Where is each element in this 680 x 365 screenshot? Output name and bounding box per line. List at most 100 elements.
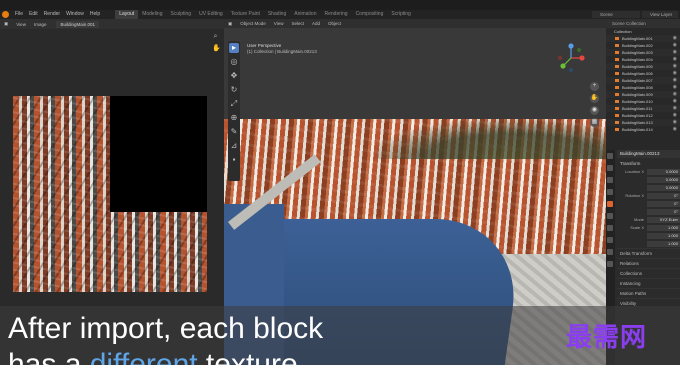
tab-shading[interactable]: Shading bbox=[264, 10, 290, 19]
output-tab-icon[interactable] bbox=[607, 177, 613, 183]
image-editor-type-icon[interactable]: ▣ bbox=[0, 21, 12, 27]
tab-compositing[interactable]: Compositing bbox=[352, 10, 388, 19]
eye-icon[interactable]: ◉ bbox=[673, 57, 677, 62]
tab-sculpting[interactable]: Sculpting bbox=[167, 10, 196, 19]
location-x-field[interactable]: 0.0000 bbox=[647, 168, 680, 175]
eye-icon[interactable]: ◉ bbox=[673, 43, 677, 48]
outliner-item[interactable]: BuildingMain.004 ◉ bbox=[606, 56, 680, 63]
annotate-tool-icon[interactable]: ✎ bbox=[229, 127, 239, 137]
outliner-item[interactable]: BuildingMain.014 ◉ bbox=[606, 126, 680, 133]
image-editor-image-menu[interactable]: Image bbox=[30, 22, 51, 27]
object-tab-icon[interactable] bbox=[607, 201, 613, 207]
tab-scripting[interactable]: Scripting bbox=[387, 10, 414, 19]
collections-section[interactable]: Collections bbox=[617, 268, 680, 278]
pan-view-icon[interactable]: ✋ bbox=[590, 94, 599, 103]
data-tab-icon[interactable] bbox=[607, 249, 613, 255]
outliner-collection[interactable]: Collection bbox=[606, 28, 680, 35]
rotation-y-field[interactable]: 0° bbox=[647, 200, 680, 207]
outliner-item[interactable]: BuildingMain.012 ◉ bbox=[606, 112, 680, 119]
rotation-z-field[interactable]: 0° bbox=[647, 208, 680, 215]
outliner-item[interactable]: BuildingMain.011 ◉ bbox=[606, 105, 680, 112]
transform-tool-icon[interactable]: ⊕ bbox=[229, 113, 239, 123]
transform-section-header[interactable]: Transform bbox=[617, 160, 680, 168]
outliner-item[interactable]: BuildingMain.001 ◉ bbox=[606, 35, 680, 42]
camera-view-icon[interactable]: ◉ bbox=[590, 106, 599, 115]
outliner-item[interactable]: BuildingMain.013 ◉ bbox=[606, 119, 680, 126]
scale-y-field[interactable]: 1.000 bbox=[647, 232, 680, 239]
eye-icon[interactable]: ◉ bbox=[673, 127, 677, 132]
cursor-tool-icon[interactable]: ◎ bbox=[229, 57, 239, 67]
viewport-select-menu[interactable]: Select bbox=[287, 21, 308, 26]
viewport-object-menu[interactable]: Object bbox=[324, 21, 345, 26]
scale-z-field[interactable]: 1.000 bbox=[647, 240, 680, 247]
outliner-item[interactable]: BuildingMain.002 ◉ bbox=[606, 42, 680, 49]
modifier-tab-icon[interactable] bbox=[607, 213, 613, 219]
image-name-field[interactable]: BuildingMain.001 bbox=[56, 20, 99, 28]
menu-file[interactable]: File bbox=[12, 10, 26, 19]
rotation-mode-dropdown[interactable]: XYZ Euler bbox=[647, 216, 680, 223]
tab-texture-paint[interactable]: Texture Paint bbox=[227, 10, 264, 19]
select-box-tool-icon[interactable]: ▸ bbox=[229, 43, 239, 53]
motion-paths-section[interactable]: Motion Paths bbox=[617, 288, 680, 298]
viewport-view-menu[interactable]: View bbox=[270, 21, 288, 26]
instancing-section[interactable]: Instancing bbox=[617, 278, 680, 288]
tab-uv-editing[interactable]: UV Editing bbox=[195, 10, 227, 19]
move-tool-icon[interactable]: ✥ bbox=[229, 71, 239, 81]
outliner-item[interactable]: BuildingMain.010 ◉ bbox=[606, 98, 680, 105]
eye-icon[interactable]: ◉ bbox=[673, 92, 677, 97]
pan-hand-icon[interactable]: ✋ bbox=[212, 45, 221, 52]
scene-selector[interactable]: Scene bbox=[592, 11, 640, 18]
outliner-item[interactable]: BuildingMain.007 ◉ bbox=[606, 77, 680, 84]
scale-tool-icon[interactable]: ⤢ bbox=[229, 99, 239, 109]
render-tab-icon[interactable] bbox=[607, 165, 613, 171]
outliner-item[interactable]: BuildingMain.003 ◉ bbox=[606, 49, 680, 56]
scale-x-field[interactable]: 1.000 bbox=[647, 224, 680, 231]
tab-rendering[interactable]: Rendering bbox=[320, 10, 351, 19]
viewport-type-icon[interactable]: ▣ bbox=[224, 21, 236, 27]
constraint-tab-icon[interactable] bbox=[607, 237, 613, 243]
image-editor-view-menu[interactable]: View bbox=[12, 22, 30, 27]
tab-animation[interactable]: Animation bbox=[290, 10, 320, 19]
eye-icon[interactable]: ◉ bbox=[673, 85, 677, 90]
physics-tab-icon[interactable] bbox=[607, 225, 613, 231]
eye-icon[interactable]: ◉ bbox=[673, 64, 677, 69]
add-cube-tool-icon[interactable]: ▪ bbox=[229, 155, 239, 165]
tab-modeling[interactable]: Modeling bbox=[138, 10, 166, 19]
object-mode-dropdown[interactable]: Object Mode bbox=[236, 21, 270, 26]
eye-icon[interactable]: ◉ bbox=[673, 36, 677, 41]
navigation-gizmo-icon[interactable] bbox=[556, 43, 586, 73]
eye-icon[interactable]: ◉ bbox=[673, 71, 677, 76]
location-y-field[interactable]: 0.0000 bbox=[647, 176, 680, 183]
object-name-field[interactable]: BuildingMain.00213 bbox=[617, 150, 680, 158]
menu-render[interactable]: Render bbox=[41, 10, 63, 19]
menu-edit[interactable]: Edit bbox=[26, 10, 41, 19]
scene-tab-icon[interactable] bbox=[607, 189, 613, 195]
outliner-item[interactable]: BuildingMain.008 ◉ bbox=[606, 84, 680, 91]
perspective-toggle-icon[interactable]: ▦ bbox=[590, 118, 599, 127]
zoom-icon[interactable]: ⌕ bbox=[212, 33, 219, 40]
eye-icon[interactable]: ◉ bbox=[673, 106, 677, 111]
menu-window[interactable]: Window bbox=[63, 10, 87, 19]
eye-icon[interactable]: ◉ bbox=[673, 113, 677, 118]
relations-section[interactable]: Relations bbox=[617, 258, 680, 268]
zoom-view-icon[interactable]: + bbox=[590, 82, 599, 91]
eye-icon[interactable]: ◉ bbox=[673, 120, 677, 125]
blender-logo-icon[interactable] bbox=[2, 11, 9, 18]
outliner-item[interactable]: BuildingMain.009 ◉ bbox=[606, 91, 680, 98]
material-tab-icon[interactable] bbox=[607, 261, 613, 267]
view-layer-selector[interactable]: View Layer bbox=[642, 11, 678, 18]
delta-transform-section[interactable]: Delta Transform bbox=[617, 248, 680, 258]
menu-help[interactable]: Help bbox=[87, 10, 103, 19]
rotate-tool-icon[interactable]: ↻ bbox=[229, 85, 239, 95]
tool-tab-icon[interactable] bbox=[607, 153, 613, 159]
eye-icon[interactable]: ◉ bbox=[673, 50, 677, 55]
tab-layout[interactable]: Layout bbox=[115, 10, 139, 19]
viewport-add-menu[interactable]: Add bbox=[308, 21, 324, 26]
eye-icon[interactable]: ◉ bbox=[673, 78, 677, 83]
eye-icon[interactable]: ◉ bbox=[673, 99, 677, 104]
outliner-item[interactable]: BuildingMain.006 ◉ bbox=[606, 70, 680, 77]
measure-tool-icon[interactable]: ⊿ bbox=[229, 141, 239, 151]
location-z-field[interactable]: 0.0000 bbox=[647, 184, 680, 191]
rotation-x-field[interactable]: 0° bbox=[647, 192, 680, 199]
outliner-item[interactable]: BuildingMain.005 ◉ bbox=[606, 63, 680, 70]
